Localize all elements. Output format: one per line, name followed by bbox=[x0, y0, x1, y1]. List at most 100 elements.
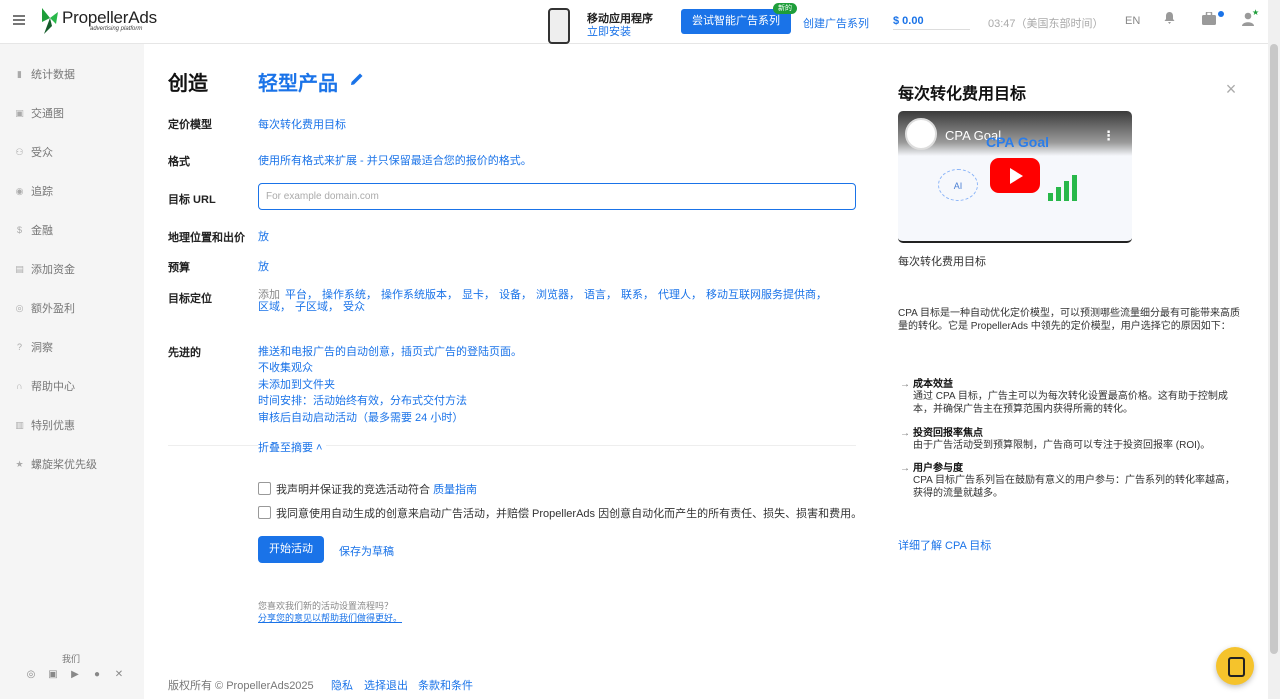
arrow-right-icon: → bbox=[900, 379, 910, 390]
create-campaign-link[interactable]: 创建广告系列 bbox=[803, 15, 869, 31]
targeting-option-link[interactable]: 显卡， bbox=[462, 289, 495, 301]
close-icon[interactable]: × bbox=[1224, 80, 1238, 98]
targeting-option-link[interactable]: 平台， bbox=[285, 289, 318, 301]
sidebar-item-label: 金融 bbox=[31, 225, 53, 237]
sidebar-item-label: 添加资金 bbox=[31, 264, 75, 276]
main-content bbox=[144, 44, 870, 699]
language-selector[interactable]: EN bbox=[1125, 15, 1140, 27]
youtube-icon[interactable]: ▶ bbox=[68, 669, 82, 681]
sidebar-item-add-funds[interactable]: ▤ 添加资金 bbox=[14, 262, 75, 277]
balance-display[interactable]: $ 0.00 bbox=[893, 15, 970, 30]
targeting-option-link[interactable]: 设备， bbox=[499, 289, 532, 301]
collapse-to-summary-link[interactable]: 折叠至摘要 ˄ bbox=[258, 439, 327, 455]
scrollbar-thumb[interactable] bbox=[1270, 44, 1278, 654]
geo-bid-set-link[interactable]: 放 bbox=[258, 228, 269, 244]
sidebar-item-special-offers[interactable]: ▥ 特别优惠 bbox=[14, 418, 75, 433]
targeting-option-link[interactable]: 联系， bbox=[621, 289, 654, 301]
auto-creative-consent-checkbox[interactable] bbox=[258, 506, 271, 519]
bag-icon: ▥ bbox=[15, 419, 24, 430]
benefit-title: 成本效益 bbox=[913, 379, 953, 390]
map-icon: ▣ bbox=[15, 107, 24, 118]
targeting-label: 目标定位 bbox=[168, 293, 212, 305]
logo-tagline: advertising platform bbox=[90, 26, 143, 32]
targeting-prefix: 添加 bbox=[258, 289, 280, 301]
start-campaign-button[interactable]: 开始活动 bbox=[258, 536, 324, 563]
menu-icon[interactable] bbox=[13, 15, 25, 25]
dollar-icon: $ bbox=[16, 224, 22, 235]
sidebar-item-finance[interactable]: $ 金融 bbox=[14, 223, 53, 238]
targeting-option-link[interactable]: 区域， bbox=[258, 301, 291, 313]
terms-link[interactable]: 条款和条件 bbox=[418, 677, 473, 693]
privacy-link[interactable]: 隐私 bbox=[331, 677, 353, 693]
targeting-option-link[interactable]: 操作系统， bbox=[322, 289, 377, 301]
arrow-right-icon: → bbox=[900, 463, 910, 474]
propeller-logo-icon[interactable] bbox=[38, 6, 60, 36]
targeting-options: 添加 平台， 操作系统， 操作系统版本， 显卡， 设备， 浏览器， 语言， 联系， 代理人， 移动互… bbox=[258, 289, 838, 313]
sidebar-item-label: 交通图 bbox=[31, 108, 64, 120]
facebook-icon[interactable]: ● bbox=[90, 669, 104, 681]
advanced-label: 先进的 bbox=[168, 347, 201, 359]
linkedin-icon[interactable]: ▣ bbox=[46, 669, 60, 681]
mobile-app-promo[interactable]: 移动应用程序 立即安装 bbox=[538, 6, 653, 48]
targeting-option-link[interactable]: 受众 bbox=[343, 301, 365, 313]
sidebar-item-statistics[interactable]: ▮ 统计数据 bbox=[14, 67, 75, 82]
video-menu-icon[interactable]: ⋮ bbox=[1102, 128, 1115, 144]
benefit-item: → 投资回报率焦点 由于广告活动受到预算限制，广告商可以专注于投资回报率 (RO… bbox=[898, 428, 1246, 456]
sidebar-item-tracking[interactable]: ◉ 追踪 bbox=[14, 184, 53, 199]
chat-icon[interactable] bbox=[1216, 647, 1254, 685]
growth-chart-icon bbox=[1048, 167, 1078, 201]
quality-guidelines-link[interactable]: 质量指南 bbox=[433, 484, 477, 496]
advanced-item[interactable]: 时间安排：活动始终有效，分布式交付方法 bbox=[258, 392, 467, 408]
sidebar-item-insights[interactable]: ? 洞察 bbox=[14, 340, 53, 355]
target-url-input[interactable] bbox=[258, 183, 856, 210]
social-links: ◎ ▣ ▶ ● ✕ bbox=[24, 669, 126, 681]
time-display: 03:47（美国东部时间） bbox=[988, 18, 1104, 30]
save-draft-button[interactable]: 保存为草稿 bbox=[339, 543, 394, 559]
play-button-icon[interactable] bbox=[990, 158, 1040, 193]
advanced-item[interactable]: 推送和电报广告的自动创意，插页式广告的登陆页面。 bbox=[258, 343, 522, 359]
format-value[interactable]: 使用所有格式来扩展 - 并只保留最适合您的报价的格式。 bbox=[258, 152, 532, 168]
feedback-link[interactable]: 分享您的意见以帮助我们做得更好。 bbox=[258, 611, 402, 624]
advanced-item[interactable]: 未添加到文件夹 bbox=[258, 376, 335, 392]
copyright: 版权所有 © PropellerAds2025 bbox=[168, 680, 314, 692]
logo-name[interactable]: PropellerAds bbox=[62, 8, 157, 28]
quality-guidelines-checkbox[interactable] bbox=[258, 482, 271, 495]
pricing-model-value[interactable]: 每次转化费用目标 bbox=[258, 116, 346, 132]
budget-set-link[interactable]: 放 bbox=[258, 258, 269, 274]
auto-creative-consent-text: 我同意使用自动生成的创意来启动广告活动，并赔偿 PropellerAds 因创意… bbox=[276, 508, 863, 520]
arrow-right-icon: → bbox=[900, 428, 910, 439]
notification-dot bbox=[1218, 11, 1224, 17]
targeting-option-link[interactable]: 子区域， bbox=[295, 301, 339, 313]
advanced-item[interactable]: 不收集观众 bbox=[258, 359, 313, 375]
sidebar-item-propeller-priority[interactable]: ★ 螺旋桨优先级 bbox=[14, 457, 97, 472]
quality-guidelines-text: 我声明并保证我的竞选活动符合 质量指南 bbox=[276, 481, 477, 497]
edit-pencil-icon[interactable] bbox=[350, 72, 364, 86]
instagram-icon[interactable]: ◎ bbox=[24, 669, 38, 681]
targeting-option-link[interactable]: 浏览器， bbox=[536, 289, 580, 301]
benefit-title: 投资回报率焦点 bbox=[913, 428, 983, 439]
panel-title: 每次转化费用目标 bbox=[898, 86, 1027, 103]
sidebar-item-extra-profit[interactable]: ◎ 额外盈利 bbox=[14, 301, 75, 316]
promo-install-link[interactable]: 立即安装 bbox=[587, 23, 631, 39]
sidebar-item-help-center[interactable]: ∩ 帮助中心 bbox=[14, 379, 75, 394]
benefit-description: CPA 目标广告系列旨在鼓励有意义的用户参与：广告系列的转化率越高，获得的流量就… bbox=[913, 475, 1236, 499]
page-title: 创造 bbox=[168, 73, 208, 95]
bell-icon[interactable] bbox=[1164, 12, 1175, 24]
learn-more-link[interactable]: 详细了解 CPA 目标 bbox=[898, 537, 991, 553]
advanced-item[interactable]: 审核后自动启动活动（最多需要 24 小时） bbox=[258, 409, 463, 425]
panel-intro: CPA 目标是一种自动优化定价模型，可以预测哪些流量细分最有可能带来高质量的转化… bbox=[898, 308, 1241, 332]
targeting-option-link[interactable]: 移动互联网服务提供商， bbox=[706, 289, 827, 301]
targeting-option-link[interactable]: 操作系统版本， bbox=[381, 289, 458, 301]
video-player[interactable]: CPA Goal ⋮ CPA Goal AI bbox=[898, 111, 1132, 243]
targeting-option-link[interactable]: 代理人， bbox=[658, 289, 702, 301]
benefit-item: → 成本效益 通过 CPA 目标，广告主可以为每次转化设置最高价格。这有助于控制… bbox=[898, 379, 1246, 419]
opt-out-link[interactable]: 选择退出 bbox=[364, 677, 408, 693]
sidebar-item-label: 洞察 bbox=[31, 342, 53, 354]
sidebar-item-traffic[interactable]: ▣ 交通图 bbox=[14, 106, 64, 121]
targeting-option-link[interactable]: 语言， bbox=[584, 289, 617, 301]
sidebar-item-label: 螺旋桨优先级 bbox=[31, 459, 97, 471]
x-icon[interactable]: ✕ bbox=[112, 669, 126, 681]
briefcase-icon[interactable] bbox=[1202, 12, 1216, 25]
channel-avatar[interactable] bbox=[905, 118, 937, 150]
sidebar-item-audience[interactable]: ⚇ 受众 bbox=[14, 145, 53, 160]
